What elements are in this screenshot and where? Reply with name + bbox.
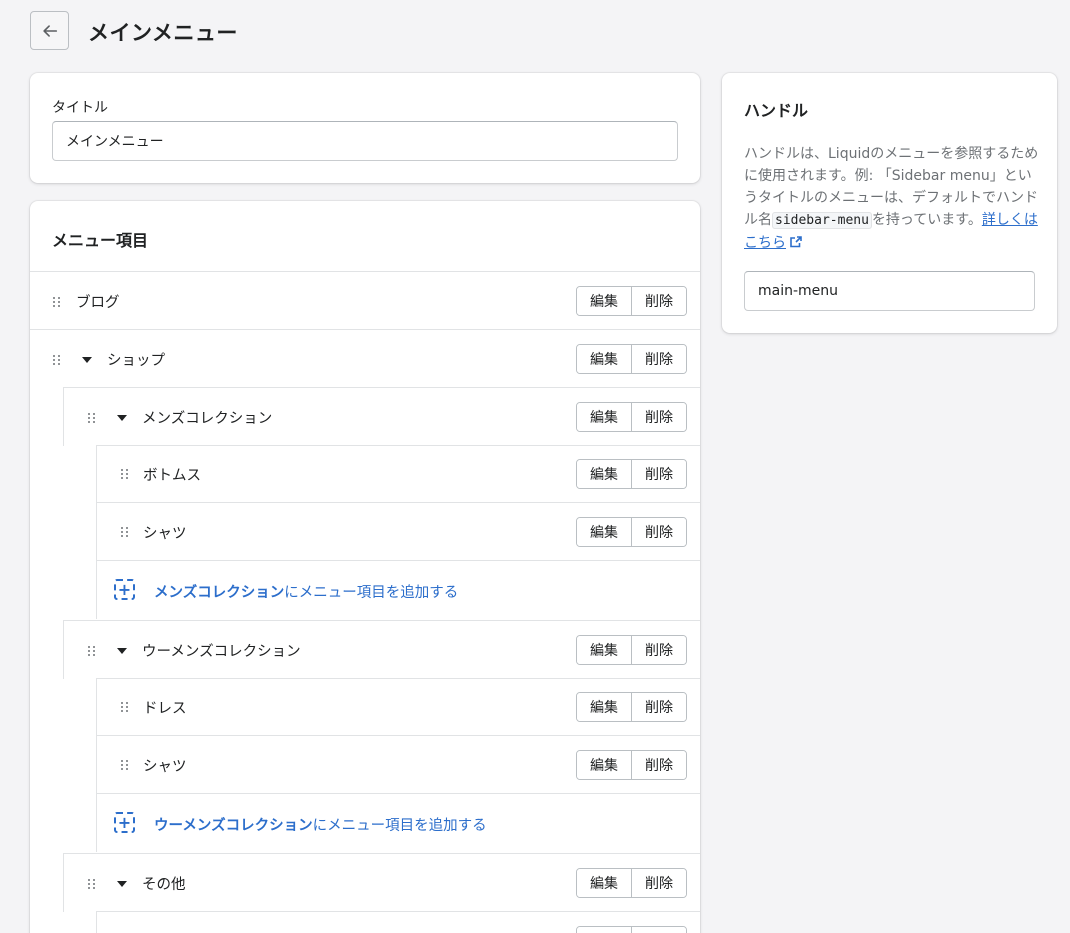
title-card: タイトル bbox=[30, 73, 700, 183]
drag-handle-icon[interactable] bbox=[53, 355, 61, 367]
item-actions: 編集 削除 bbox=[576, 286, 687, 316]
delete-button[interactable]: 削除 bbox=[631, 345, 686, 373]
external-link-icon bbox=[790, 236, 802, 248]
delete-button[interactable]: 削除 bbox=[631, 693, 686, 721]
edit-button[interactable]: 編集 bbox=[577, 693, 631, 721]
drag-handle-icon[interactable] bbox=[121, 702, 129, 714]
menu-item-shop[interactable]: ショップ 編集 削除 bbox=[30, 329, 700, 388]
menu-item-bottoms[interactable]: ボトムス 編集 削除 bbox=[96, 445, 700, 503]
menu-item-label: ドレス bbox=[143, 701, 187, 717]
edit-button[interactable]: 編集 bbox=[577, 460, 631, 488]
arrow-left-icon bbox=[42, 24, 57, 37]
handle-heading: ハンドル bbox=[744, 101, 809, 120]
handle-description: ハンドルは、Liquidのメニューを参照するために使用されます。例: 「Side… bbox=[744, 146, 1039, 251]
menu-item-other[interactable]: その他 編集 削除 bbox=[63, 853, 700, 912]
item-actions: 編集 削除 bbox=[576, 459, 687, 489]
edit-button[interactable]: 編集 bbox=[577, 869, 631, 897]
edit-button[interactable]: 編集 bbox=[577, 636, 631, 664]
caret-down-icon[interactable] bbox=[117, 415, 127, 421]
menu-item-label: ボトムス bbox=[143, 468, 201, 484]
edit-button[interactable]: 編集 bbox=[577, 927, 631, 933]
caret-down-icon[interactable] bbox=[117, 881, 127, 887]
menu-item-cut-off[interactable]: 編集 削除 bbox=[96, 911, 700, 933]
drag-handle-icon[interactable] bbox=[121, 527, 129, 539]
item-actions: 編集 削除 bbox=[576, 635, 687, 665]
drag-handle-icon[interactable] bbox=[88, 879, 96, 891]
delete-button[interactable]: 削除 bbox=[631, 460, 686, 488]
delete-button[interactable]: 削除 bbox=[631, 287, 686, 315]
handle-input[interactable] bbox=[744, 271, 1035, 311]
title-input[interactable] bbox=[52, 121, 678, 161]
caret-down-icon[interactable] bbox=[117, 648, 127, 654]
menu-item-label: シャツ bbox=[143, 759, 187, 775]
menu-item-label: ブログ bbox=[76, 295, 120, 311]
drag-handle-icon[interactable] bbox=[88, 646, 96, 658]
caret-down-icon[interactable] bbox=[82, 357, 92, 363]
menu-item-label: ウーメンズコレクション bbox=[142, 644, 301, 660]
delete-button[interactable]: 削除 bbox=[631, 927, 686, 933]
drag-handle-icon[interactable] bbox=[121, 760, 129, 772]
edit-button[interactable]: 編集 bbox=[577, 287, 631, 315]
add-menu-item-link[interactable]: ウーメンズコレクションにメニュー項目を追加する bbox=[154, 814, 487, 835]
menu-item-label: ショップ bbox=[107, 353, 165, 369]
menu-item-label: シャツ bbox=[143, 526, 187, 542]
add-menu-item-womens[interactable]: + ウーメンズコレクションにメニュー項目を追加する bbox=[96, 793, 700, 852]
edit-button[interactable]: 編集 bbox=[577, 518, 631, 546]
item-actions: 編集 削除 bbox=[576, 868, 687, 898]
back-button[interactable] bbox=[30, 11, 69, 50]
edit-button[interactable]: 編集 bbox=[577, 403, 631, 431]
delete-button[interactable]: 削除 bbox=[631, 869, 686, 897]
handle-card: ハンドル ハンドルは、Liquidのメニューを参照するために使用されます。例: … bbox=[722, 73, 1057, 333]
add-menu-item-mens[interactable]: + メンズコレクションにメニュー項目を追加する bbox=[96, 560, 700, 619]
menu-item-mens-shirts[interactable]: シャツ 編集 削除 bbox=[96, 502, 700, 561]
title-label: タイトル bbox=[52, 100, 108, 116]
add-item-icon[interactable]: + bbox=[114, 812, 135, 833]
delete-button[interactable]: 削除 bbox=[631, 403, 686, 431]
handle-example-code: sidebar-menu bbox=[772, 212, 872, 229]
add-item-icon[interactable]: + bbox=[114, 579, 135, 600]
drag-handle-icon[interactable] bbox=[88, 413, 96, 425]
delete-button[interactable]: 削除 bbox=[631, 636, 686, 664]
page-title: メインメニュー bbox=[88, 21, 238, 45]
menu-item-mens-collection[interactable]: メンズコレクション 編集 削除 bbox=[63, 387, 700, 446]
edit-button[interactable]: 編集 bbox=[577, 345, 631, 373]
menu-item-dress[interactable]: ドレス 編集 削除 bbox=[96, 678, 700, 736]
item-actions: 編集 削除 bbox=[576, 926, 687, 933]
item-actions: 編集 削除 bbox=[576, 402, 687, 432]
delete-button[interactable]: 削除 bbox=[631, 751, 686, 779]
item-actions: 編集 削除 bbox=[576, 750, 687, 780]
drag-handle-icon[interactable] bbox=[53, 297, 61, 309]
menu-item-womens-shirts[interactable]: シャツ 編集 削除 bbox=[96, 735, 700, 794]
menu-item-womens-collection[interactable]: ウーメンズコレクション 編集 削除 bbox=[63, 620, 700, 679]
item-actions: 編集 削除 bbox=[576, 517, 687, 547]
menu-item-label: その他 bbox=[142, 877, 186, 893]
delete-button[interactable]: 削除 bbox=[631, 518, 686, 546]
menu-items-card: メニュー項目 ブログ 編集 削除 ショップ 編集 削除 メンズコレクション 編集… bbox=[30, 201, 700, 933]
item-actions: 編集 削除 bbox=[576, 344, 687, 374]
add-menu-item-link[interactable]: メンズコレクションにメニュー項目を追加する bbox=[154, 581, 458, 602]
drag-handle-icon[interactable] bbox=[121, 469, 129, 481]
item-actions: 編集 削除 bbox=[576, 692, 687, 722]
edit-button[interactable]: 編集 bbox=[577, 751, 631, 779]
menu-item-blog[interactable]: ブログ 編集 削除 bbox=[30, 271, 700, 330]
menu-items-heading: メニュー項目 bbox=[52, 231, 149, 250]
menu-item-label: メンズコレクション bbox=[142, 411, 273, 427]
